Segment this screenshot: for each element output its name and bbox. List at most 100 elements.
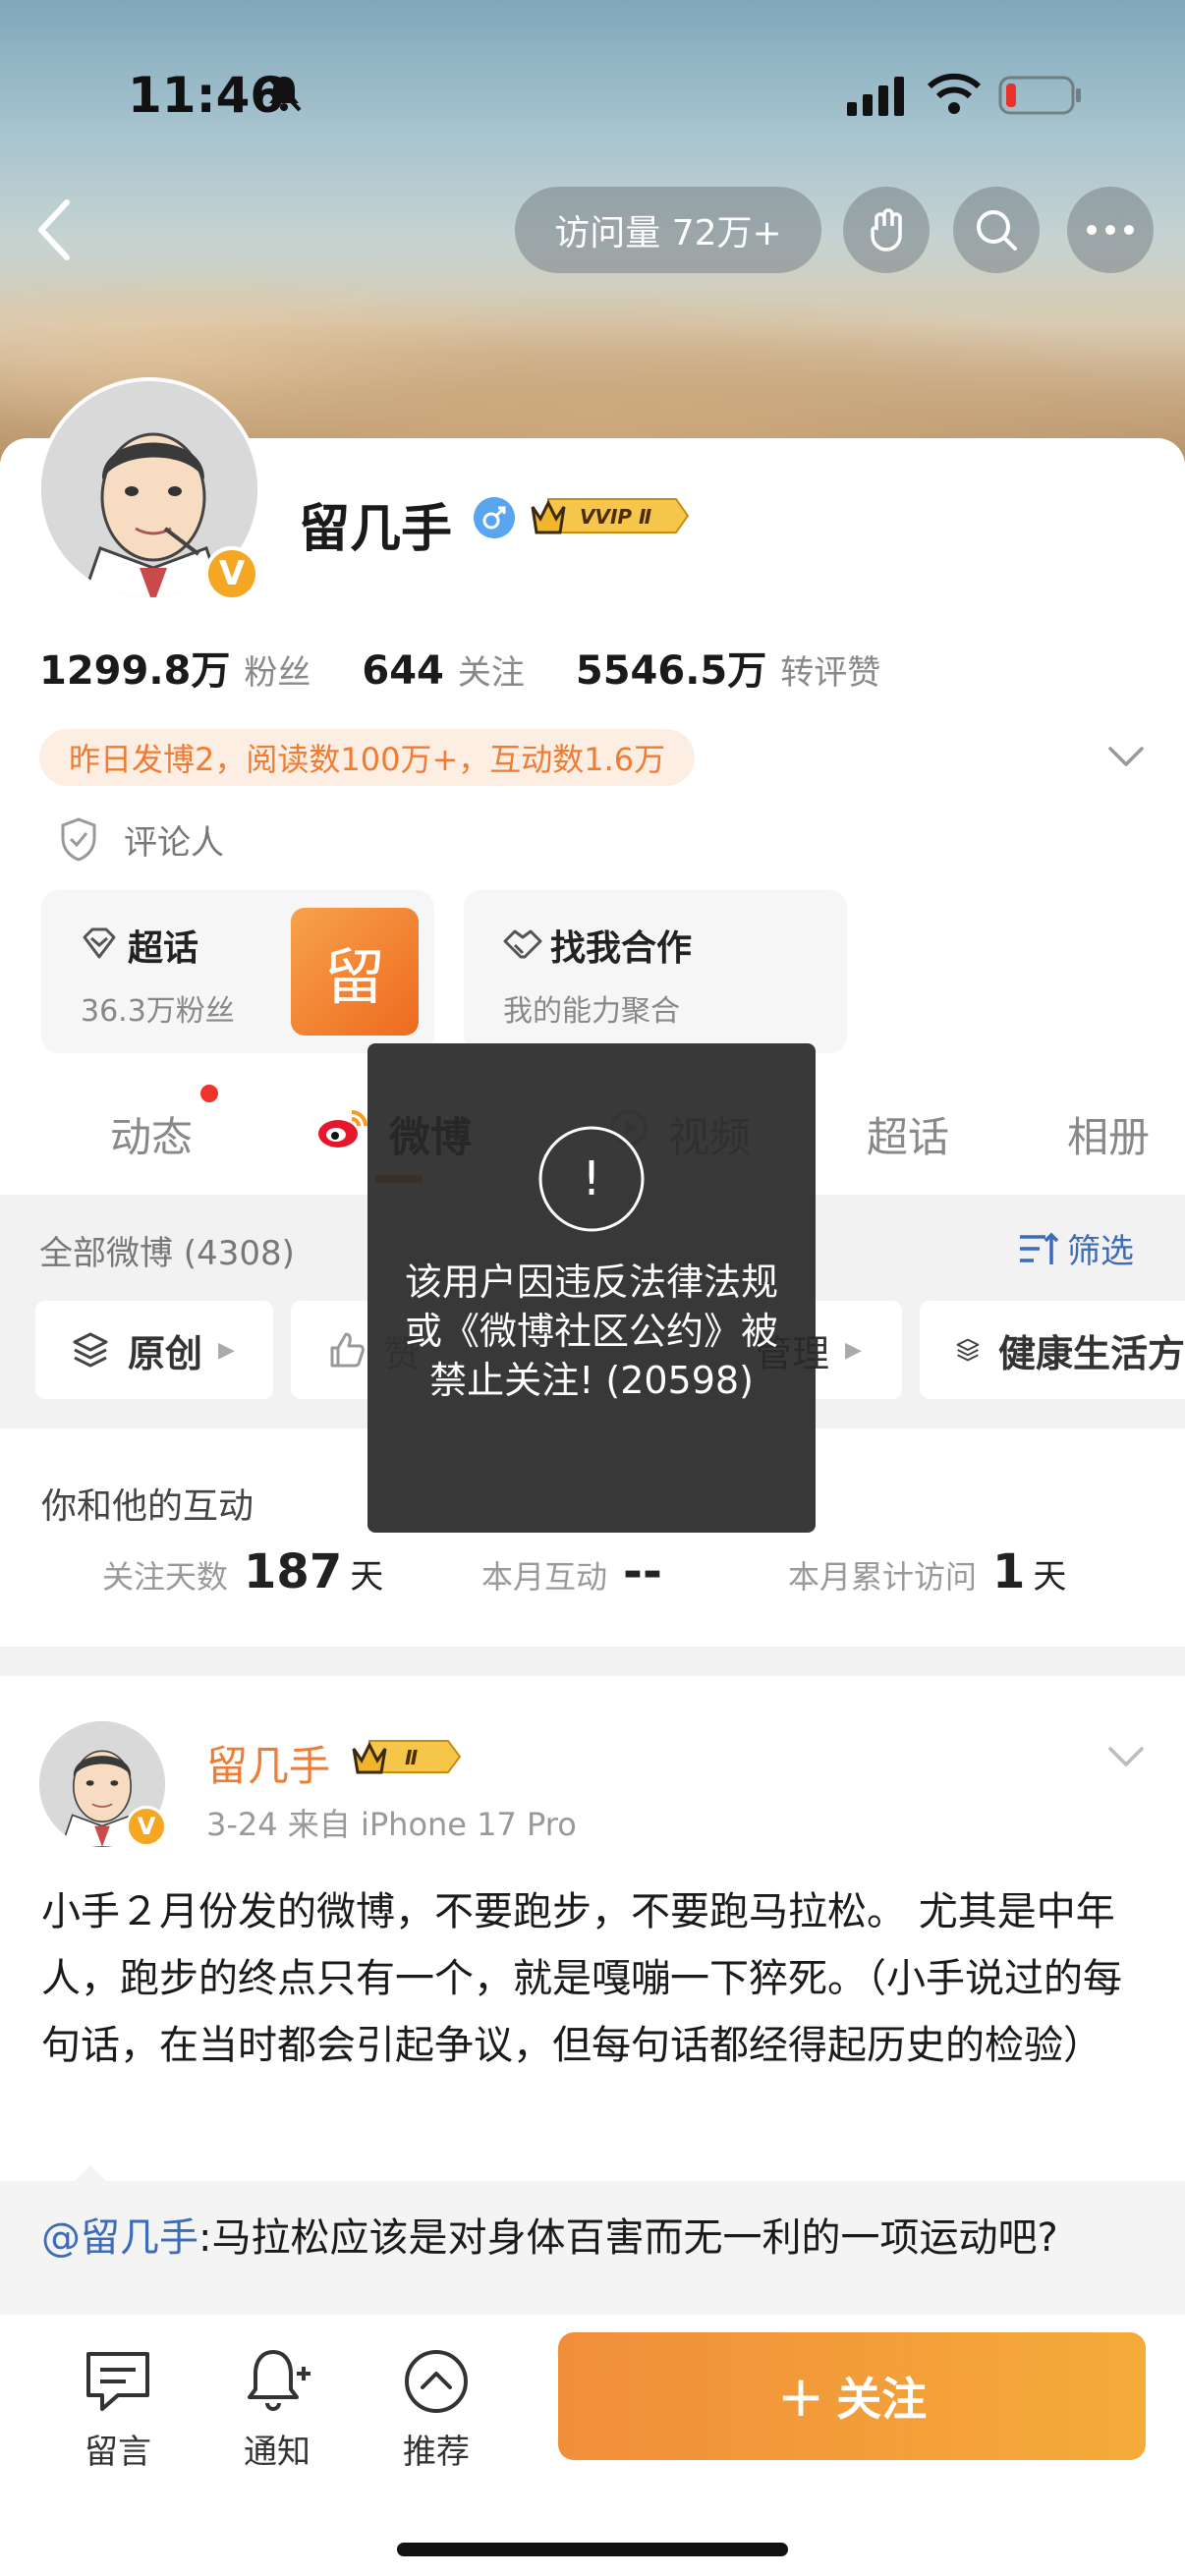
visits-count-button[interactable]: 访问量 72万+ [515,187,821,273]
plus-icon: + [776,2363,825,2430]
verified-badge-icon: V [126,1806,167,1847]
profile-stats: 1299.8万 粉丝 644 关注 5546.5万 转评赞 [39,639,931,698]
chip-healthy-life[interactable]: 健康生活方 [920,1301,1185,1399]
exclamation-circle-icon: ! [538,1126,645,1232]
chip-healthy-life-label: 健康生活方 [997,1331,1185,1375]
filter-button[interactable]: 筛选 [1016,1224,1134,1272]
monthly-visits-label: 本月累计访问 [788,1558,978,1596]
toast-icon-glyph: ! [582,1151,600,1206]
message-button[interactable]: 留言 [59,2344,177,2473]
search-button[interactable] [953,187,1040,273]
yesterday-stats-pill[interactable]: 昨日发博2，阅读数100万+，互动数1.6万 [39,729,696,786]
battery-icon [998,76,1081,115]
more-button[interactable] [1067,187,1154,273]
chip-original[interactable]: 原创 ▶ [35,1301,273,1399]
chevron-down-icon[interactable] [1104,1737,1148,1776]
filter-sort-icon [1020,1232,1059,1264]
chip-original-label: 原创 [128,1331,203,1375]
retweet-mention[interactable]: @留几手 [41,2215,198,2261]
supertopic-title: 超话 [128,928,199,969]
post-author[interactable]: 留几手 [206,1733,330,1793]
follow-days-unit: 天 [350,1557,384,1596]
bell-plus-icon [248,2350,310,2411]
weibo-logo-icon [318,1110,367,1148]
bottom-bar: 留言 通知 推荐 + 关注 [0,2315,1185,2576]
greet-button[interactable] [843,187,930,273]
handshake-icon [503,929,542,959]
cooperation-card[interactable]: 找我合作 我的能力聚合 [464,890,847,1053]
vip-crown-icon: Ⅱ [352,1740,462,1774]
back-icon[interactable] [29,195,79,265]
cooperation-sub: 我的能力聚合 [503,994,680,1029]
shield-check-icon [61,817,96,862]
monthly-interactions-label: 本月互动 [481,1558,608,1596]
hand-wave-icon [871,208,902,252]
follow-days: 关注天数 187 天 [102,1544,383,1599]
chip-arrow-icon: ▶ [845,1337,862,1363]
chip-arrow-icon: ▶ [218,1337,235,1363]
diamond-icon [83,927,116,959]
recommend-button[interactable]: 推荐 [377,2344,495,2473]
weibo-post[interactable]: V 留几手 Ⅱ 3-24 来自 iPhone 17 Pro 小手２月份发的微博，… [0,1676,1185,2378]
cooperation-title: 找我合作 [550,928,693,969]
profile-role: 评论人 [59,812,224,867]
supertopic-card[interactable]: 超话 36.3万粉丝 留 [41,890,434,1053]
interaction-title: 你和他的互动 [41,1486,254,1527]
vvip-badge-label: VVIP Ⅱ [580,505,651,529]
tab-album[interactable]: 相册 [1067,1104,1150,1164]
search-icon [977,210,1017,251]
profile-role-label: 评论人 [124,822,224,863]
monthly-visits-value: 1 [992,1544,1026,1599]
message-label: 留言 [85,2433,151,2472]
retweet-text: @留几手:马拉松应该是对身体百害而无一利的一项运动吧? [41,2207,1152,2269]
tab-dynamics[interactable]: 动态 [110,1104,193,1164]
layers-icon [956,1338,980,1362]
follow-button[interactable]: + 关注 [558,2332,1146,2460]
supertopic-logo: 留 [291,908,419,1036]
follow-label: 关注 [836,2373,928,2426]
followers-label[interactable]: 粉丝 [244,645,310,694]
home-indicator[interactable] [397,2543,788,2556]
reposts-likes-count: 5546.5万 [575,648,767,694]
supertopic-fans: 36.3万粉丝 [81,994,235,1029]
all-weibo-count: 全部微博 (4308) [39,1234,295,1273]
follow-days-label: 关注天数 [102,1558,229,1596]
status-time: 11:46 [128,67,285,124]
toast-message: 该用户因违反法律法规或《微博社区公约》被禁止关注! (20598) [404,1260,778,1402]
tab-supertopic[interactable]: 超话 [867,1104,949,1164]
signal-icon [847,77,904,116]
layers-icon [73,1332,108,1368]
unread-dot [200,1085,218,1102]
male-gender-icon [474,497,515,538]
retweet-body: :马拉松应该是对身体百害而无一利的一项运动吧? [198,2215,1058,2261]
monthly-visits: 本月累计访问 1 天 [788,1544,1066,1599]
monthly-visits-unit: 天 [1033,1557,1067,1596]
post-text: 小手２月份发的微博，不要跑步，不要跑马拉松。 尤其是中年人，跑步的终点只有一个，… [41,1889,1122,2068]
status-bar: 11:46 [0,0,1185,187]
message-bubble-icon [86,2352,149,2411]
vvip-badge-icon[interactable]: VVIP Ⅱ [529,493,690,538]
monthly-interactions: 本月互动 -- [481,1544,662,1599]
bell-off-icon [266,75,302,112]
wifi-icon [928,73,981,114]
recommend-label: 推荐 [403,2433,470,2472]
post-meta: 3-24 来自 iPhone 17 Pro [206,1806,577,1843]
following-label[interactable]: 关注 [458,645,525,694]
more-dots-icon [1087,225,1134,235]
reposts-likes-label: 转评赞 [780,653,881,693]
filter-label: 筛选 [1067,1232,1134,1271]
notify-button[interactable]: 通知 [218,2344,336,2473]
following-count[interactable]: 644 [362,648,444,694]
followers-count[interactable]: 1299.8万 [39,639,230,696]
notify-label: 通知 [244,2433,310,2472]
follow-days-value: 187 [244,1544,343,1599]
chevron-up-circle-icon [405,2350,468,2413]
verified-badge-icon: V [204,546,259,601]
post-vip-label: Ⅱ [405,1746,418,1769]
thumbs-up-icon [330,1332,365,1368]
error-toast: ! 该用户因违反法律法规或《微博社区公约》被禁止关注! (20598) [367,1043,816,1533]
monthly-interactions-value: -- [623,1544,662,1599]
profile-name: 留几手 [299,500,453,559]
chevron-down-icon[interactable] [1104,737,1148,776]
section-divider [0,1647,1185,1676]
